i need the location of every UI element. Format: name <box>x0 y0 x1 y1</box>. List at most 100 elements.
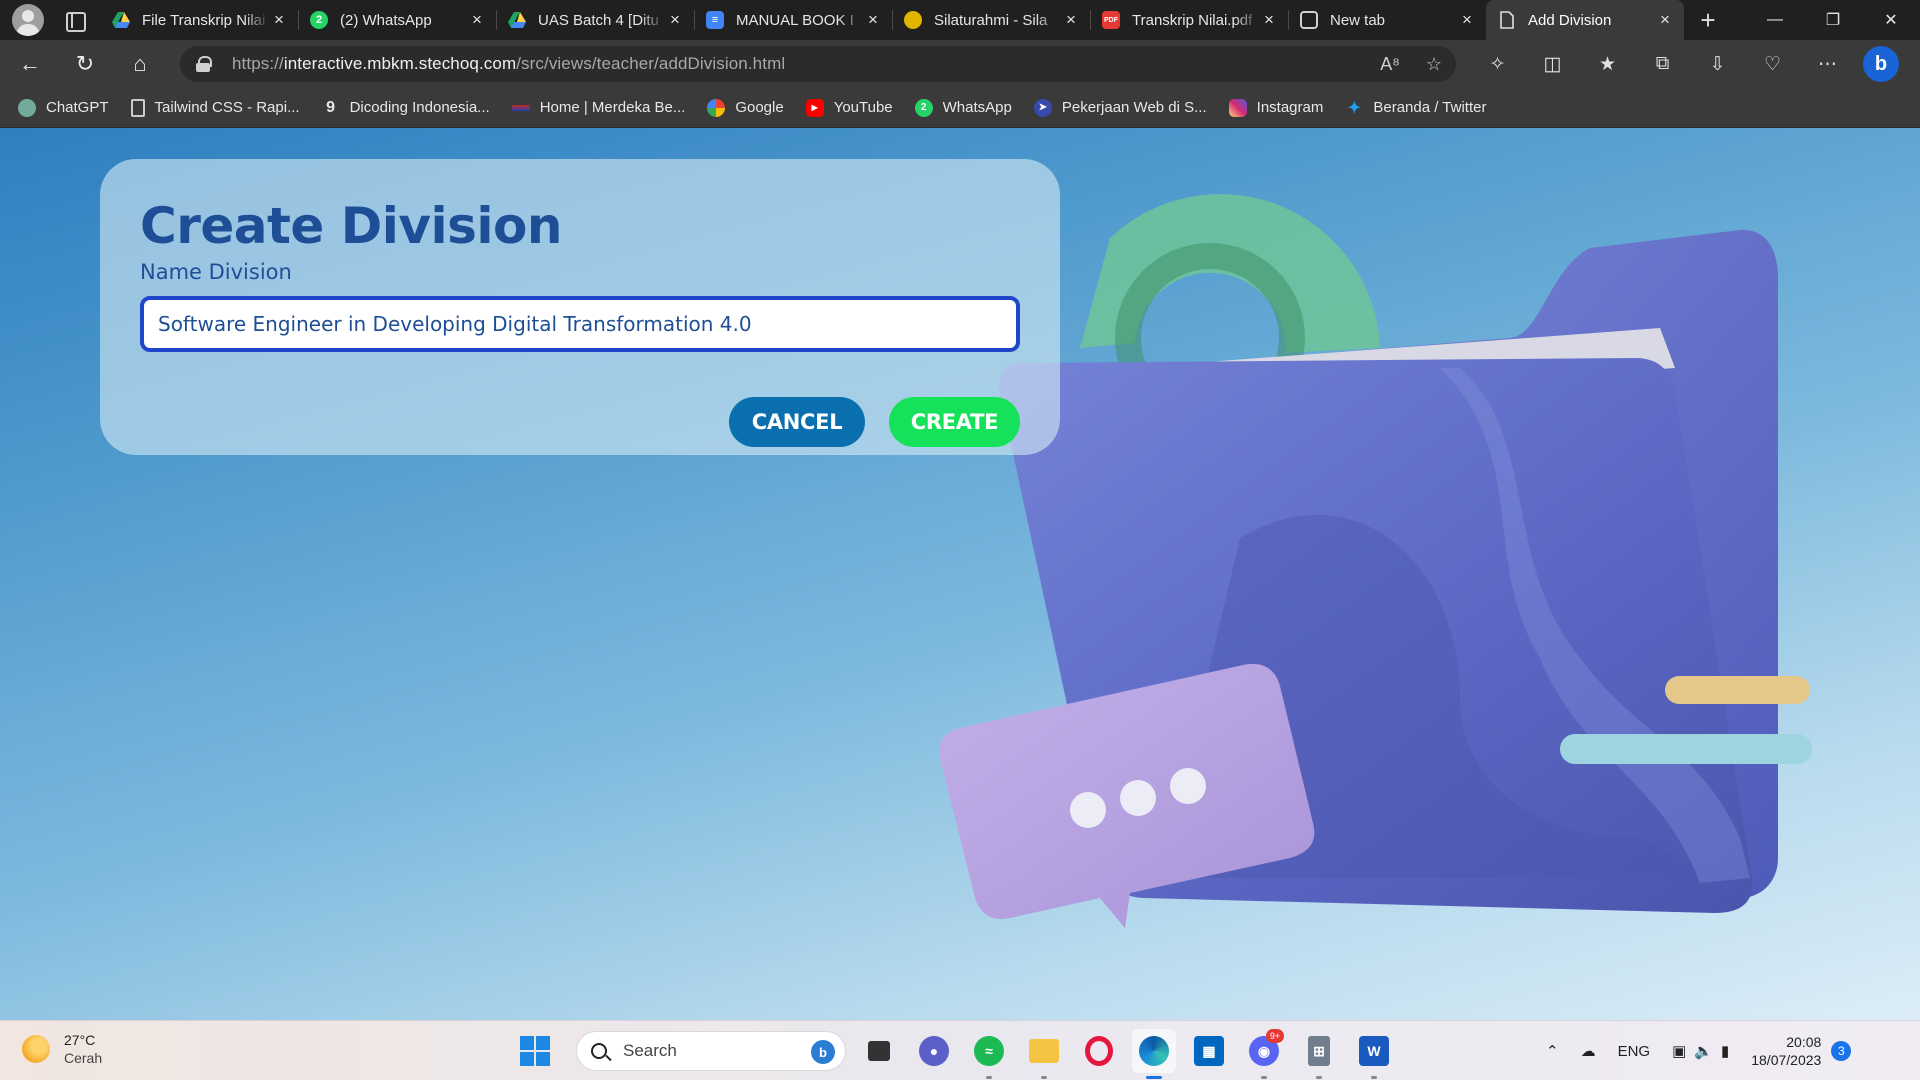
merdeka-icon <box>511 104 530 111</box>
downloads-icon[interactable]: ⇩ <box>1690 53 1745 76</box>
close-tab-icon[interactable]: × <box>666 10 684 30</box>
discord-app[interactable]: ◉ 9+ <box>1242 1029 1286 1079</box>
new-tab-button[interactable]: + <box>1688 0 1728 40</box>
weather-widget[interactable]: 27°C Cerah <box>22 1031 102 1067</box>
tab-new-tab[interactable]: New tab × <box>1288 0 1486 40</box>
split-screen-icon[interactable]: ◫ <box>1525 53 1580 76</box>
close-window-icon[interactable]: ✕ <box>1862 0 1920 40</box>
youtube-icon: ▶ <box>805 98 824 117</box>
close-tab-icon[interactable]: × <box>1062 10 1080 30</box>
store-icon: ▦ <box>1194 1036 1224 1066</box>
word-icon: W <box>1359 1036 1389 1066</box>
task-view-app[interactable] <box>857 1029 901 1073</box>
calculator-app[interactable]: ⊞ <box>1297 1029 1341 1079</box>
close-tab-icon[interactable]: × <box>864 10 882 30</box>
bookmark-chatgpt[interactable]: ChatGPT <box>18 98 109 117</box>
opera-icon <box>1085 1036 1113 1066</box>
teams-chat-app[interactable]: ● <box>912 1029 956 1073</box>
clock-date: 18/07/2023 <box>1751 1052 1822 1068</box>
microsoft-store-app[interactable]: ▦ <box>1187 1029 1231 1073</box>
extensions-icon[interactable]: ✧ <box>1470 53 1525 76</box>
profile-avatar-icon[interactable] <box>12 4 44 36</box>
language-indicator[interactable]: ENG <box>1618 1043 1651 1060</box>
page-icon <box>1498 11 1516 29</box>
volume-icon[interactable]: 🔈 <box>1694 1042 1713 1060</box>
tab-uas-batch[interactable]: UAS Batch 4 [Ditu × <box>496 0 694 40</box>
bookmark-youtube[interactable]: ▶ YouTube <box>805 98 893 117</box>
tab-title: Add Division <box>1528 11 1612 29</box>
browser-toolbar: ← ↻ ⌂ https://interactive.mbkm.stechoq.c… <box>0 40 1920 88</box>
discord-badge: 9+ <box>1266 1029 1284 1043</box>
collections-icon[interactable]: ⧉ <box>1635 53 1690 75</box>
tab-actions-icon[interactable] <box>60 6 88 34</box>
minimize-icon[interactable]: — <box>1746 0 1804 40</box>
back-arrow-icon[interactable]: ← <box>10 44 50 84</box>
bing-copilot-icon[interactable]: b <box>1863 46 1899 82</box>
performance-icon[interactable]: ♡ <box>1745 53 1800 76</box>
close-tab-icon[interactable]: × <box>1260 10 1278 30</box>
lock-icon[interactable] <box>196 56 212 72</box>
tab-title: Silaturahmi - Sila <box>934 11 1048 29</box>
create-button[interactable]: CREATE <box>889 397 1020 447</box>
word-app[interactable]: W <box>1352 1029 1396 1079</box>
tab-file-transkrip[interactable]: File Transkrip Nilai × <box>100 0 298 40</box>
tab-transkrip-pdf[interactable]: PDF Transkrip Nilai.pdf × <box>1090 0 1288 40</box>
weather-condition-text: Cerah <box>64 1050 103 1066</box>
whatsapp-icon: 2 <box>310 11 328 29</box>
calculator-icon: ⊞ <box>1308 1036 1330 1066</box>
url-text[interactable]: https://interactive.mbkm.stechoq.com/src… <box>232 54 785 74</box>
close-tab-icon[interactable]: × <box>270 10 288 30</box>
bookmark-whatsapp[interactable]: 2 WhatsApp <box>914 98 1012 117</box>
sunny-weather-icon <box>22 1035 50 1063</box>
taskbar-search[interactable]: Search b <box>576 1031 846 1071</box>
page-content: Create Division Name Division CANCEL CRE… <box>0 128 1920 1020</box>
refresh-icon[interactable]: ↻ <box>65 44 105 84</box>
bookmark-dicoding[interactable]: 9 Dicoding Indonesia... <box>322 99 490 117</box>
edge-icon <box>1139 1036 1169 1066</box>
file-explorer-app[interactable] <box>1022 1029 1066 1079</box>
bookmark-instagram[interactable]: Instagram <box>1228 98 1323 117</box>
page-title: Create Division <box>140 197 562 255</box>
google-docs-icon: ≡ <box>706 11 724 29</box>
tab-whatsapp[interactable]: 2 (2) WhatsApp × <box>298 0 496 40</box>
cancel-button[interactable]: CANCEL <box>729 397 865 447</box>
favorite-star-icon[interactable]: ☆ <box>1426 54 1442 75</box>
clock[interactable]: 20:08 18/07/2023 <box>1751 1033 1821 1069</box>
network-icon[interactable]: ▣ <box>1672 1042 1686 1060</box>
tab-manual-book[interactable]: ≡ MANUAL BOOK I × <box>694 0 892 40</box>
read-aloud-icon[interactable]: A⁸ <box>1380 54 1400 75</box>
tab-add-division[interactable]: Add Division × <box>1486 0 1684 40</box>
bookmark-tailwind[interactable]: Tailwind CSS - Rapi... <box>130 98 300 117</box>
battery-icon[interactable]: ▮ <box>1721 1042 1729 1060</box>
new-tab-icon <box>1300 11 1318 29</box>
home-icon[interactable]: ⌂ <box>120 44 160 84</box>
opera-app[interactable] <box>1077 1029 1121 1073</box>
onedrive-cloud-icon[interactable]: ☁ <box>1581 1042 1596 1060</box>
chevron-up-icon[interactable]: ⌃ <box>1546 1042 1559 1060</box>
bookmark-pekerjaan[interactable]: ➤ Pekerjaan Web di S... <box>1033 98 1207 117</box>
instagram-icon <box>1228 98 1247 117</box>
close-tab-icon[interactable]: × <box>1656 10 1674 30</box>
address-bar[interactable]: https://interactive.mbkm.stechoq.com/src… <box>180 46 1456 82</box>
close-tab-icon[interactable]: × <box>468 10 486 30</box>
windows-start-icon[interactable] <box>520 1036 550 1066</box>
division-name-input[interactable] <box>140 296 1020 352</box>
temperature-text: 27°C <box>64 1032 96 1048</box>
bing-icon[interactable]: b <box>811 1040 835 1064</box>
restore-icon[interactable]: ❐ <box>1804 0 1862 40</box>
edge-app[interactable] <box>1132 1029 1176 1079</box>
division-name-label: Name Division <box>140 260 292 284</box>
browser-tab-strip: File Transkrip Nilai × 2 (2) WhatsApp × … <box>0 0 1920 40</box>
tab-title: New tab <box>1330 11 1386 29</box>
spotify-app[interactable]: ≈ <box>967 1029 1011 1079</box>
bookmark-google[interactable]: Google <box>707 98 784 117</box>
bookmark-merdeka[interactable]: Home | Merdeka Be... <box>511 99 685 116</box>
tab-title: File Transkrip Nilai <box>142 11 266 29</box>
more-options-icon[interactable]: ⋯ <box>1800 53 1855 76</box>
notification-count-badge[interactable]: 3 <box>1831 1041 1852 1061</box>
bookmark-twitter[interactable]: ✦ Beranda / Twitter <box>1345 99 1487 117</box>
clock-time: 20:08 <box>1786 1034 1822 1050</box>
close-tab-icon[interactable]: × <box>1458 10 1476 30</box>
tab-silaturahmi[interactable]: Silaturahmi - Sila × <box>892 0 1090 40</box>
favorites-icon[interactable]: ★ <box>1580 53 1635 76</box>
